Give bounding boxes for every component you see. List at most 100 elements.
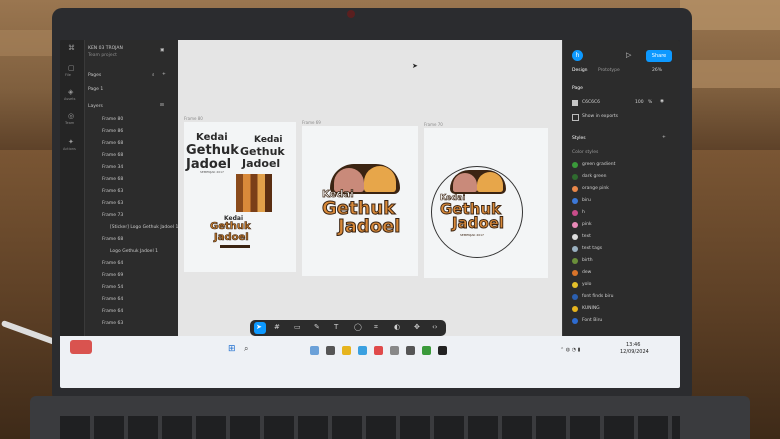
color-style-name[interactable]: birth — [582, 258, 593, 263]
add-page-icon[interactable]: + — [162, 72, 166, 77]
search-icon[interactable]: ⌕ — [244, 344, 248, 354]
layer-item[interactable]: Frame 63 — [102, 201, 123, 206]
color-style-name[interactable]: orange pink — [582, 186, 609, 191]
color-style-name[interactable]: Font Biru — [582, 318, 602, 323]
share-button[interactable]: Share — [646, 50, 672, 62]
shape-tool-icon[interactable]: ▭ — [294, 323, 301, 331]
tab-design[interactable]: Design — [572, 68, 588, 73]
zoom-level[interactable]: 26% — [652, 68, 662, 73]
color-style-name[interactable]: KUNING — [582, 306, 600, 311]
windows-start-icon[interactable]: ⊞ — [228, 344, 236, 354]
text-tool-icon[interactable]: T — [334, 323, 338, 331]
layer-item[interactable]: Frame 34 — [102, 165, 123, 170]
page-color-opacity[interactable]: 100 — [635, 100, 644, 105]
color-style-name[interactable]: pink — [582, 222, 592, 227]
color-style-swatch[interactable] — [572, 186, 578, 192]
layer-item[interactable]: Frame 64 — [102, 309, 123, 314]
layer-item[interactable]: Frame 68 — [102, 177, 123, 182]
file-name[interactable]: KEN 03 TROJAN — [88, 46, 123, 51]
rail-label: Actions — [63, 147, 76, 151]
search-icon[interactable]: ⌕ — [152, 72, 155, 78]
app-icon[interactable] — [390, 346, 399, 355]
color-style-name[interactable]: font finds biru — [582, 294, 614, 299]
layer-item[interactable]: Frame 54 — [102, 285, 123, 290]
dev-mode-icon[interactable]: ◐ — [394, 323, 400, 331]
color-style-swatch[interactable] — [572, 318, 578, 324]
color-style-swatch[interactable] — [572, 198, 578, 204]
layer-item[interactable]: Frame 86 — [102, 129, 123, 134]
actions-icon[interactable]: ✦ — [68, 138, 74, 146]
present-icon[interactable]: ▷ — [626, 51, 631, 59]
frame-label[interactable]: Frame 80 — [184, 116, 203, 121]
frame-label[interactable]: Frame 70 — [424, 122, 443, 127]
layer-item[interactable]: Frame 64 — [102, 261, 123, 266]
code-icon[interactable]: ‹› — [432, 323, 438, 331]
file-explorer-icon[interactable] — [342, 346, 351, 355]
color-style-name[interactable]: yolo — [582, 282, 591, 287]
edge-icon[interactable] — [358, 346, 367, 355]
page-color-swatch[interactable] — [572, 100, 578, 106]
chrome-icon[interactable] — [374, 346, 383, 355]
avatar[interactable]: h — [572, 50, 583, 61]
layer-item[interactable]: Logo Gethuk Jadoel 1 — [110, 249, 158, 254]
color-style-swatch[interactable] — [572, 282, 578, 288]
page-item[interactable]: Page 1 — [88, 87, 103, 92]
layer-item[interactable]: Frame 68 — [102, 141, 123, 146]
layer-item[interactable]: Frame 68 — [102, 237, 123, 242]
frame-tool-icon[interactable]: # — [274, 323, 280, 331]
plugins-icon[interactable]: ✥ — [414, 323, 420, 331]
color-style-swatch[interactable] — [572, 246, 578, 252]
color-style-swatch[interactable] — [572, 234, 578, 240]
comment-tool-icon[interactable]: ◯ — [354, 323, 362, 331]
actions-tool-icon[interactable]: ⌗ — [374, 323, 378, 332]
color-style-name[interactable]: dew — [582, 270, 591, 275]
show-in-exports-checkbox[interactable] — [572, 114, 579, 121]
layer-item[interactable]: Frame 63 — [102, 321, 123, 326]
app-icon[interactable] — [326, 346, 335, 355]
styles-title: Styles — [572, 136, 586, 141]
app-icon[interactable] — [406, 346, 415, 355]
page-color-hex[interactable]: C6C6C6 — [582, 100, 600, 105]
weather-widget[interactable] — [70, 340, 92, 354]
color-style-swatch[interactable] — [572, 294, 578, 300]
color-style-name[interactable]: text — [582, 234, 591, 239]
layer-item[interactable]: Frame 73 — [102, 213, 123, 218]
tab-prototype[interactable]: Prototype — [598, 68, 620, 73]
color-style-name[interactable]: biru — [582, 198, 591, 203]
add-style-icon[interactable]: + — [662, 135, 666, 140]
taskview-icon[interactable] — [310, 346, 319, 355]
layer-item[interactable]: [Sticker] Logo Gethuk Jadoel 1 — [110, 225, 178, 230]
color-style-swatch[interactable] — [572, 210, 578, 216]
figma-menu-icon[interactable]: ⌘ — [68, 44, 75, 52]
frame-label[interactable]: Frame 69 — [302, 120, 321, 125]
eye-icon[interactable]: ◉ — [660, 99, 664, 104]
color-style-swatch[interactable] — [572, 174, 578, 180]
color-style-name[interactable]: green gradient — [582, 162, 615, 167]
layer-item[interactable]: Frame 69 — [102, 273, 123, 278]
color-style-swatch[interactable] — [572, 162, 578, 168]
app-icon[interactable] — [422, 346, 431, 355]
tray-icons[interactable]: ⌃ ◍ ◔ ▮ — [560, 347, 580, 353]
layer-item[interactable]: Frame 64 — [102, 297, 123, 302]
clock-date[interactable]: 12/09/2024 — [620, 349, 649, 355]
color-style-swatch[interactable] — [572, 222, 578, 228]
layers-menu-icon[interactable]: ⊟ — [160, 103, 164, 108]
color-style-swatch[interactable] — [572, 258, 578, 264]
team-icon[interactable]: ◎ — [68, 112, 74, 120]
pen-tool-icon[interactable]: ✎ — [314, 323, 320, 331]
file-icon[interactable]: ▢ — [68, 64, 75, 72]
layer-item[interactable]: Frame 63 — [102, 189, 123, 194]
color-style-name[interactable]: text tags — [582, 246, 602, 251]
assets-icon[interactable]: ◈ — [68, 88, 73, 96]
move-tool-icon[interactable]: ➤ — [256, 323, 262, 331]
color-style-swatch[interactable] — [572, 306, 578, 312]
color-style-name[interactable]: dark green — [582, 174, 607, 179]
panel-toggle-icon[interactable]: ▣ — [160, 48, 164, 53]
layer-item[interactable]: Frame 68 — [102, 153, 123, 158]
clock-time[interactable]: 13:46 — [626, 342, 640, 348]
layer-item[interactable]: Frame 80 — [102, 117, 123, 122]
color-style-name[interactable]: h — [582, 210, 585, 215]
color-palette-swatches[interactable] — [236, 174, 272, 212]
figma-taskbar-icon[interactable] — [438, 346, 447, 355]
color-style-swatch[interactable] — [572, 270, 578, 276]
